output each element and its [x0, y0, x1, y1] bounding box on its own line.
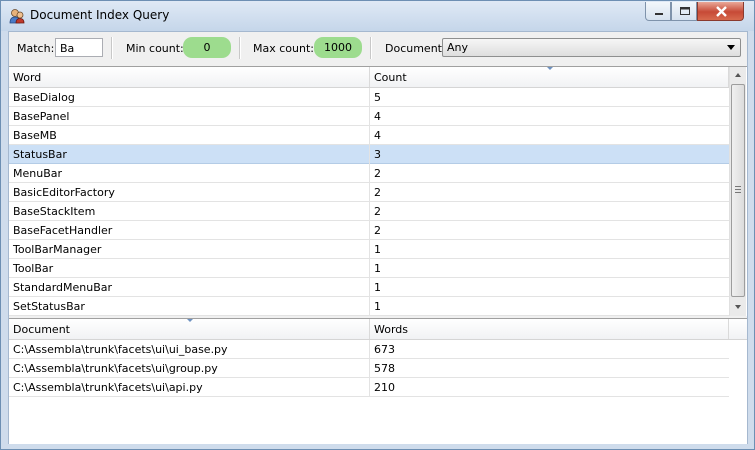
min-count-field[interactable]: 0 [183, 37, 231, 58]
max-count-field[interactable]: 1000 [314, 37, 362, 58]
table-cell: C:\Assembla\trunk\facets\ui\ui_base.py [13, 343, 228, 356]
sort-indicator-icon [547, 67, 553, 70]
close-button[interactable] [697, 2, 744, 21]
table-cell: 2 [374, 205, 381, 218]
maximize-icon [680, 7, 690, 15]
table-cell: StandardMenuBar [13, 281, 113, 294]
close-icon [716, 6, 727, 17]
table-cell: 1 [374, 262, 381, 275]
table-cell: ToolBar [13, 262, 54, 275]
window-title: Document Index Query [30, 8, 170, 22]
table-cell: BaseDialog [13, 91, 75, 104]
table-row[interactable]: MenuBar 2 [9, 164, 729, 183]
column-header-count[interactable]: Count [370, 67, 729, 87]
words-table: Word Count BaseDialog 5 BasePanel 4 BaseMB 4 S… [9, 66, 747, 316]
table-cell: BasePanel [13, 110, 70, 123]
table-row[interactable]: C:\Assembla\trunk\facets\ui\group.py 578 [9, 359, 729, 378]
documents-table: Document Words C:\Assembla\trunk\facets\… [9, 318, 747, 444]
column-header-word[interactable]: Word [9, 67, 370, 87]
table-cell: 673 [374, 343, 395, 356]
table-row[interactable]: SetStatusBar 1 [9, 297, 729, 316]
scroll-up-arrow-icon[interactable] [730, 67, 746, 84]
table-cell: C:\Assembla\trunk\facets\ui\api.py [13, 381, 203, 394]
table-cell: 5 [374, 91, 381, 104]
table-row[interactable]: StatusBar 3 [9, 145, 729, 164]
app-window: Document Index Query Match: Ba Min count… [0, 0, 755, 450]
table-cell: MenuBar [13, 167, 63, 180]
toolbar-separator [370, 37, 372, 59]
table-cell: 1 [374, 300, 381, 313]
table-row[interactable]: BasePanel 4 [9, 107, 729, 126]
max-count-label: Max count: [253, 42, 314, 55]
table-row[interactable]: StandardMenuBar 1 [9, 278, 729, 297]
vertical-scrollbar[interactable] [729, 67, 746, 316]
match-input[interactable]: Ba [55, 38, 103, 57]
min-count-label: Min count: [126, 42, 184, 55]
toolbar-separator [111, 37, 113, 59]
grip-icon [735, 186, 741, 193]
table-cell: 2 [374, 224, 381, 237]
table-cell: 2 [374, 186, 381, 199]
documents-table-header: Document Words [9, 319, 747, 340]
document-select[interactable]: Any [442, 38, 741, 57]
table-row[interactable]: C:\Assembla\trunk\facets\ui\ui_base.py 67… [9, 340, 729, 359]
maximize-button[interactable] [671, 2, 697, 21]
table-cell: ToolBarManager [13, 243, 102, 256]
scroll-down-arrow-icon[interactable] [730, 298, 746, 315]
table-row[interactable]: BaseStackItem 2 [9, 202, 729, 221]
table-cell: 4 [374, 110, 381, 123]
table-cell: 3 [374, 148, 381, 161]
table-cell: 4 [374, 129, 381, 142]
table-row[interactable]: ToolBarManager 1 [9, 240, 729, 259]
table-cell: BaseFacetHandler [13, 224, 113, 237]
table-row[interactable]: BasicEditorFactory 2 [9, 183, 729, 202]
minimize-icon [655, 13, 663, 15]
table-cell: BaseMB [13, 129, 57, 142]
table-cell: BasicEditorFactory [13, 186, 115, 199]
table-cell: C:\Assembla\trunk\facets\ui\group.py [13, 362, 218, 375]
table-row[interactable]: C:\Assembla\trunk\facets\ui\api.py 210 [9, 378, 729, 397]
client-area: Match: Ba Min count: 0 Max count: 1000 D… [8, 31, 748, 444]
table-cell: 1 [374, 243, 381, 256]
words-table-header: Word Count [9, 67, 729, 88]
document-select-value: Any [447, 41, 469, 54]
table-row[interactable]: ToolBar 1 [9, 259, 729, 278]
table-row[interactable]: BaseFacetHandler 2 [9, 221, 729, 240]
query-toolbar: Match: Ba Min count: 0 Max count: 1000 D… [9, 32, 747, 64]
scrollbar-thumb[interactable] [731, 84, 745, 297]
column-header-words[interactable]: Words [370, 319, 729, 339]
table-cell: 2 [374, 167, 381, 180]
table-cell: BaseStackItem [13, 205, 96, 218]
table-row[interactable]: BaseDialog 5 [9, 88, 729, 107]
table-cell: 578 [374, 362, 395, 375]
table-row[interactable]: BaseMB 4 [9, 126, 729, 145]
title-bar[interactable]: Document Index Query [1, 1, 754, 31]
match-label: Match: [17, 42, 55, 55]
chevron-down-icon [727, 45, 735, 50]
document-label: Document: [385, 42, 446, 55]
table-cell: 1 [374, 281, 381, 294]
table-cell: SetStatusBar [13, 300, 85, 313]
app-icon [9, 9, 25, 24]
table-cell: StatusBar [13, 148, 67, 161]
table-cell: 210 [374, 381, 395, 394]
minimize-button[interactable] [645, 2, 671, 21]
sort-indicator-icon [187, 319, 193, 322]
toolbar-separator [239, 37, 241, 59]
column-header-document[interactable]: Document [9, 319, 370, 339]
